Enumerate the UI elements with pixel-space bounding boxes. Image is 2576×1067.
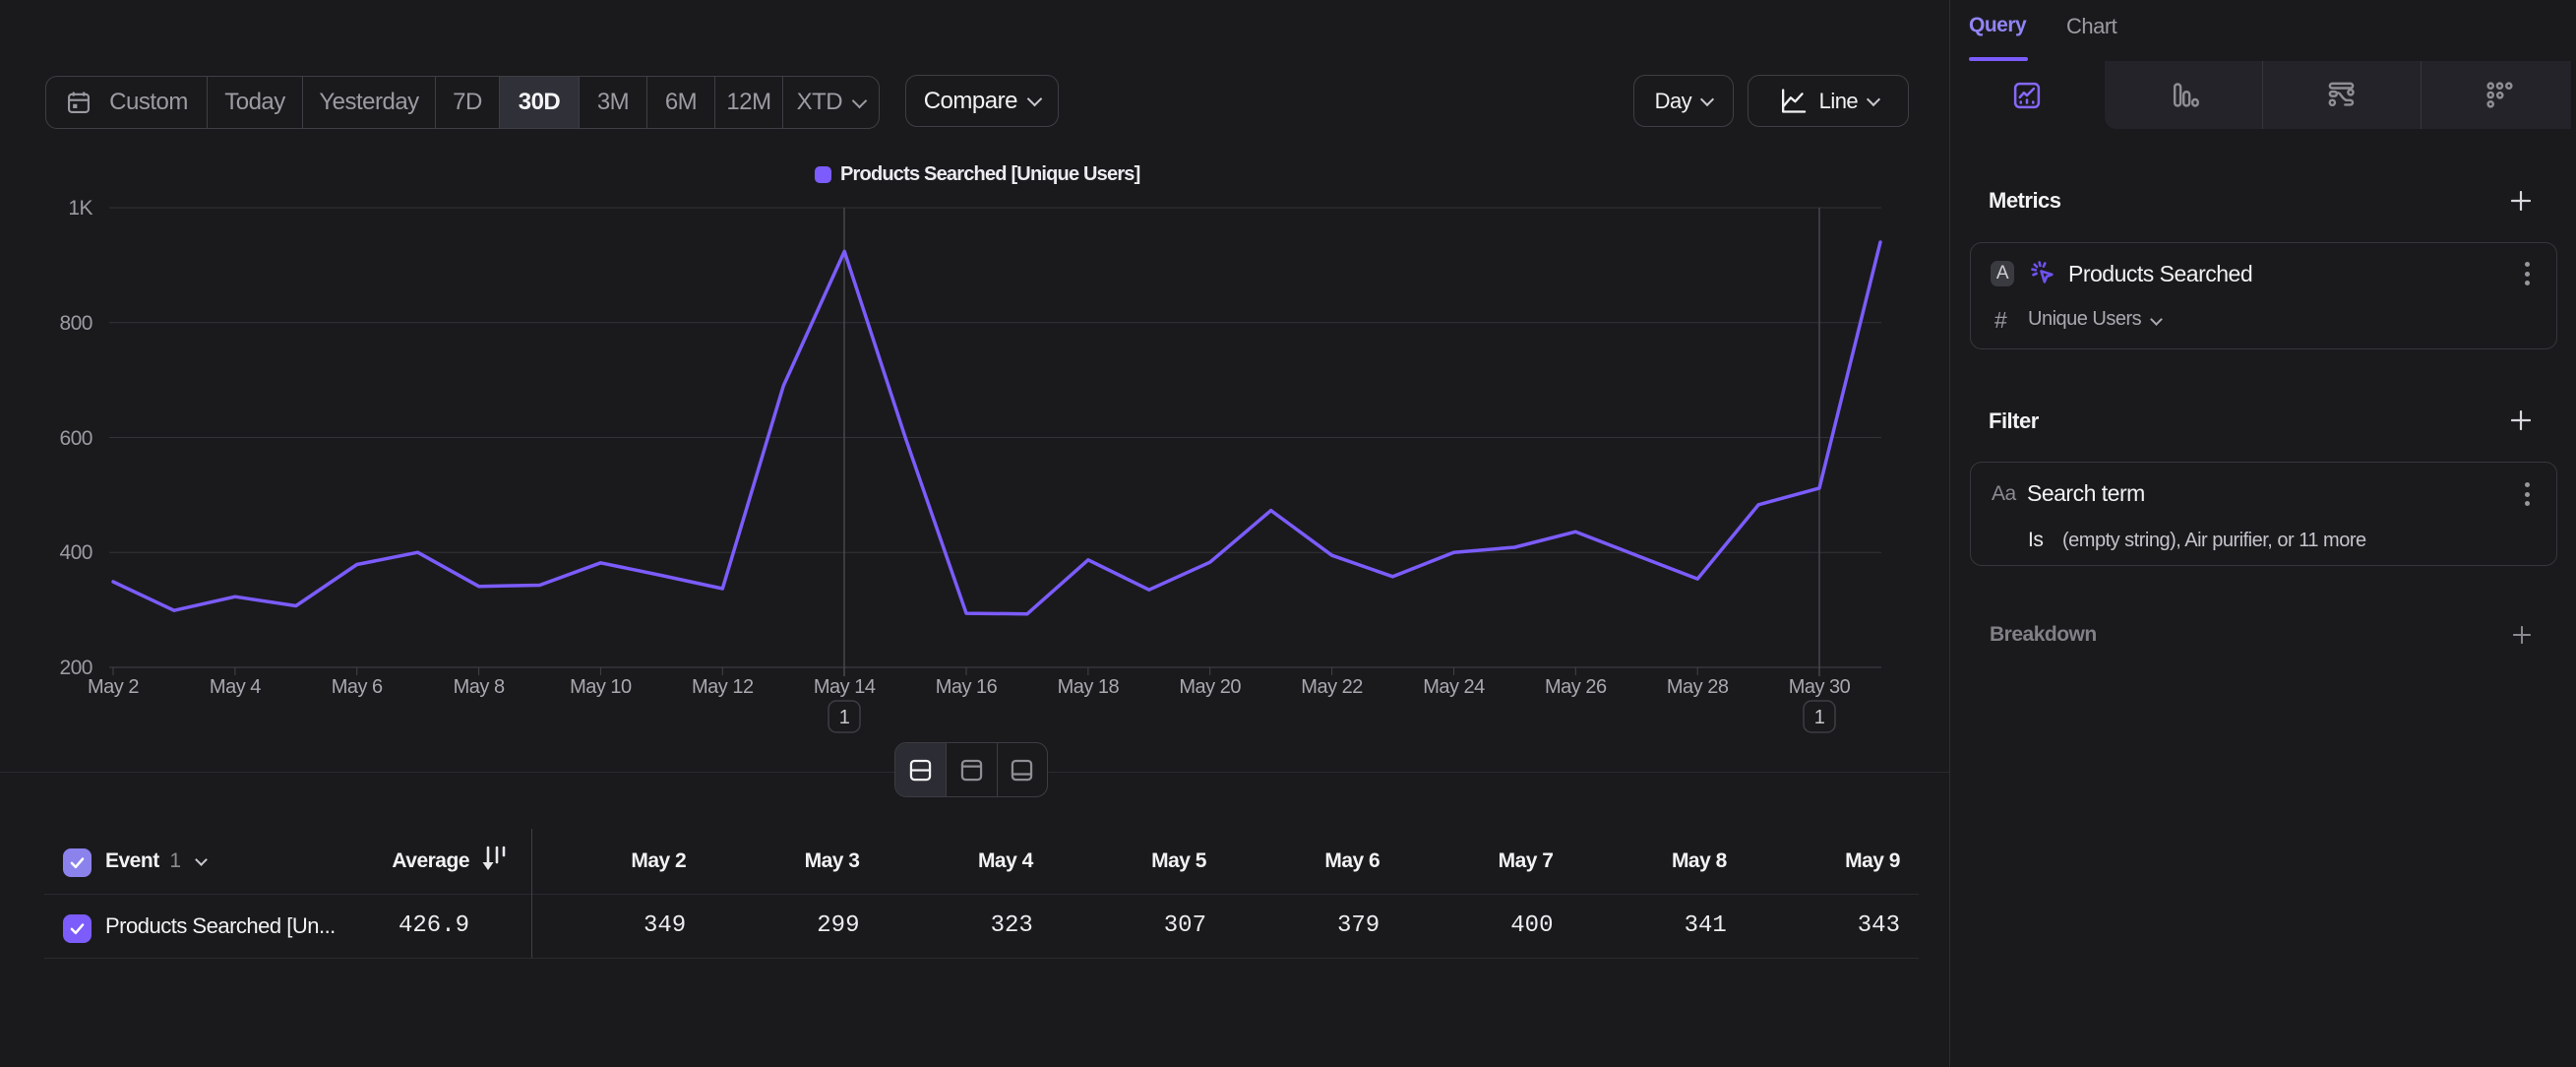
svg-text:May 20: May 20 bbox=[1179, 676, 1241, 698]
svg-text:May 30: May 30 bbox=[1789, 676, 1851, 698]
svg-text:May 2: May 2 bbox=[88, 676, 139, 698]
svg-text:400: 400 bbox=[59, 541, 92, 564]
svg-text:May 28: May 28 bbox=[1667, 676, 1729, 698]
svg-text:1: 1 bbox=[1814, 707, 1825, 728]
svg-text:May 14: May 14 bbox=[814, 676, 876, 698]
svg-text:May 22: May 22 bbox=[1301, 676, 1363, 698]
svg-text:May 16: May 16 bbox=[936, 676, 998, 698]
svg-text:1K: 1K bbox=[68, 197, 92, 220]
svg-text:May 12: May 12 bbox=[692, 676, 754, 698]
svg-text:May 10: May 10 bbox=[570, 676, 632, 698]
svg-text:May 8: May 8 bbox=[454, 676, 505, 698]
svg-text:May 6: May 6 bbox=[332, 676, 383, 698]
svg-text:600: 600 bbox=[59, 427, 92, 450]
svg-text:May 18: May 18 bbox=[1058, 676, 1120, 698]
svg-text:May 24: May 24 bbox=[1423, 676, 1485, 698]
svg-text:May 26: May 26 bbox=[1545, 676, 1607, 698]
svg-text:May 4: May 4 bbox=[210, 676, 261, 698]
svg-text:1: 1 bbox=[839, 707, 850, 728]
svg-text:800: 800 bbox=[59, 312, 92, 335]
